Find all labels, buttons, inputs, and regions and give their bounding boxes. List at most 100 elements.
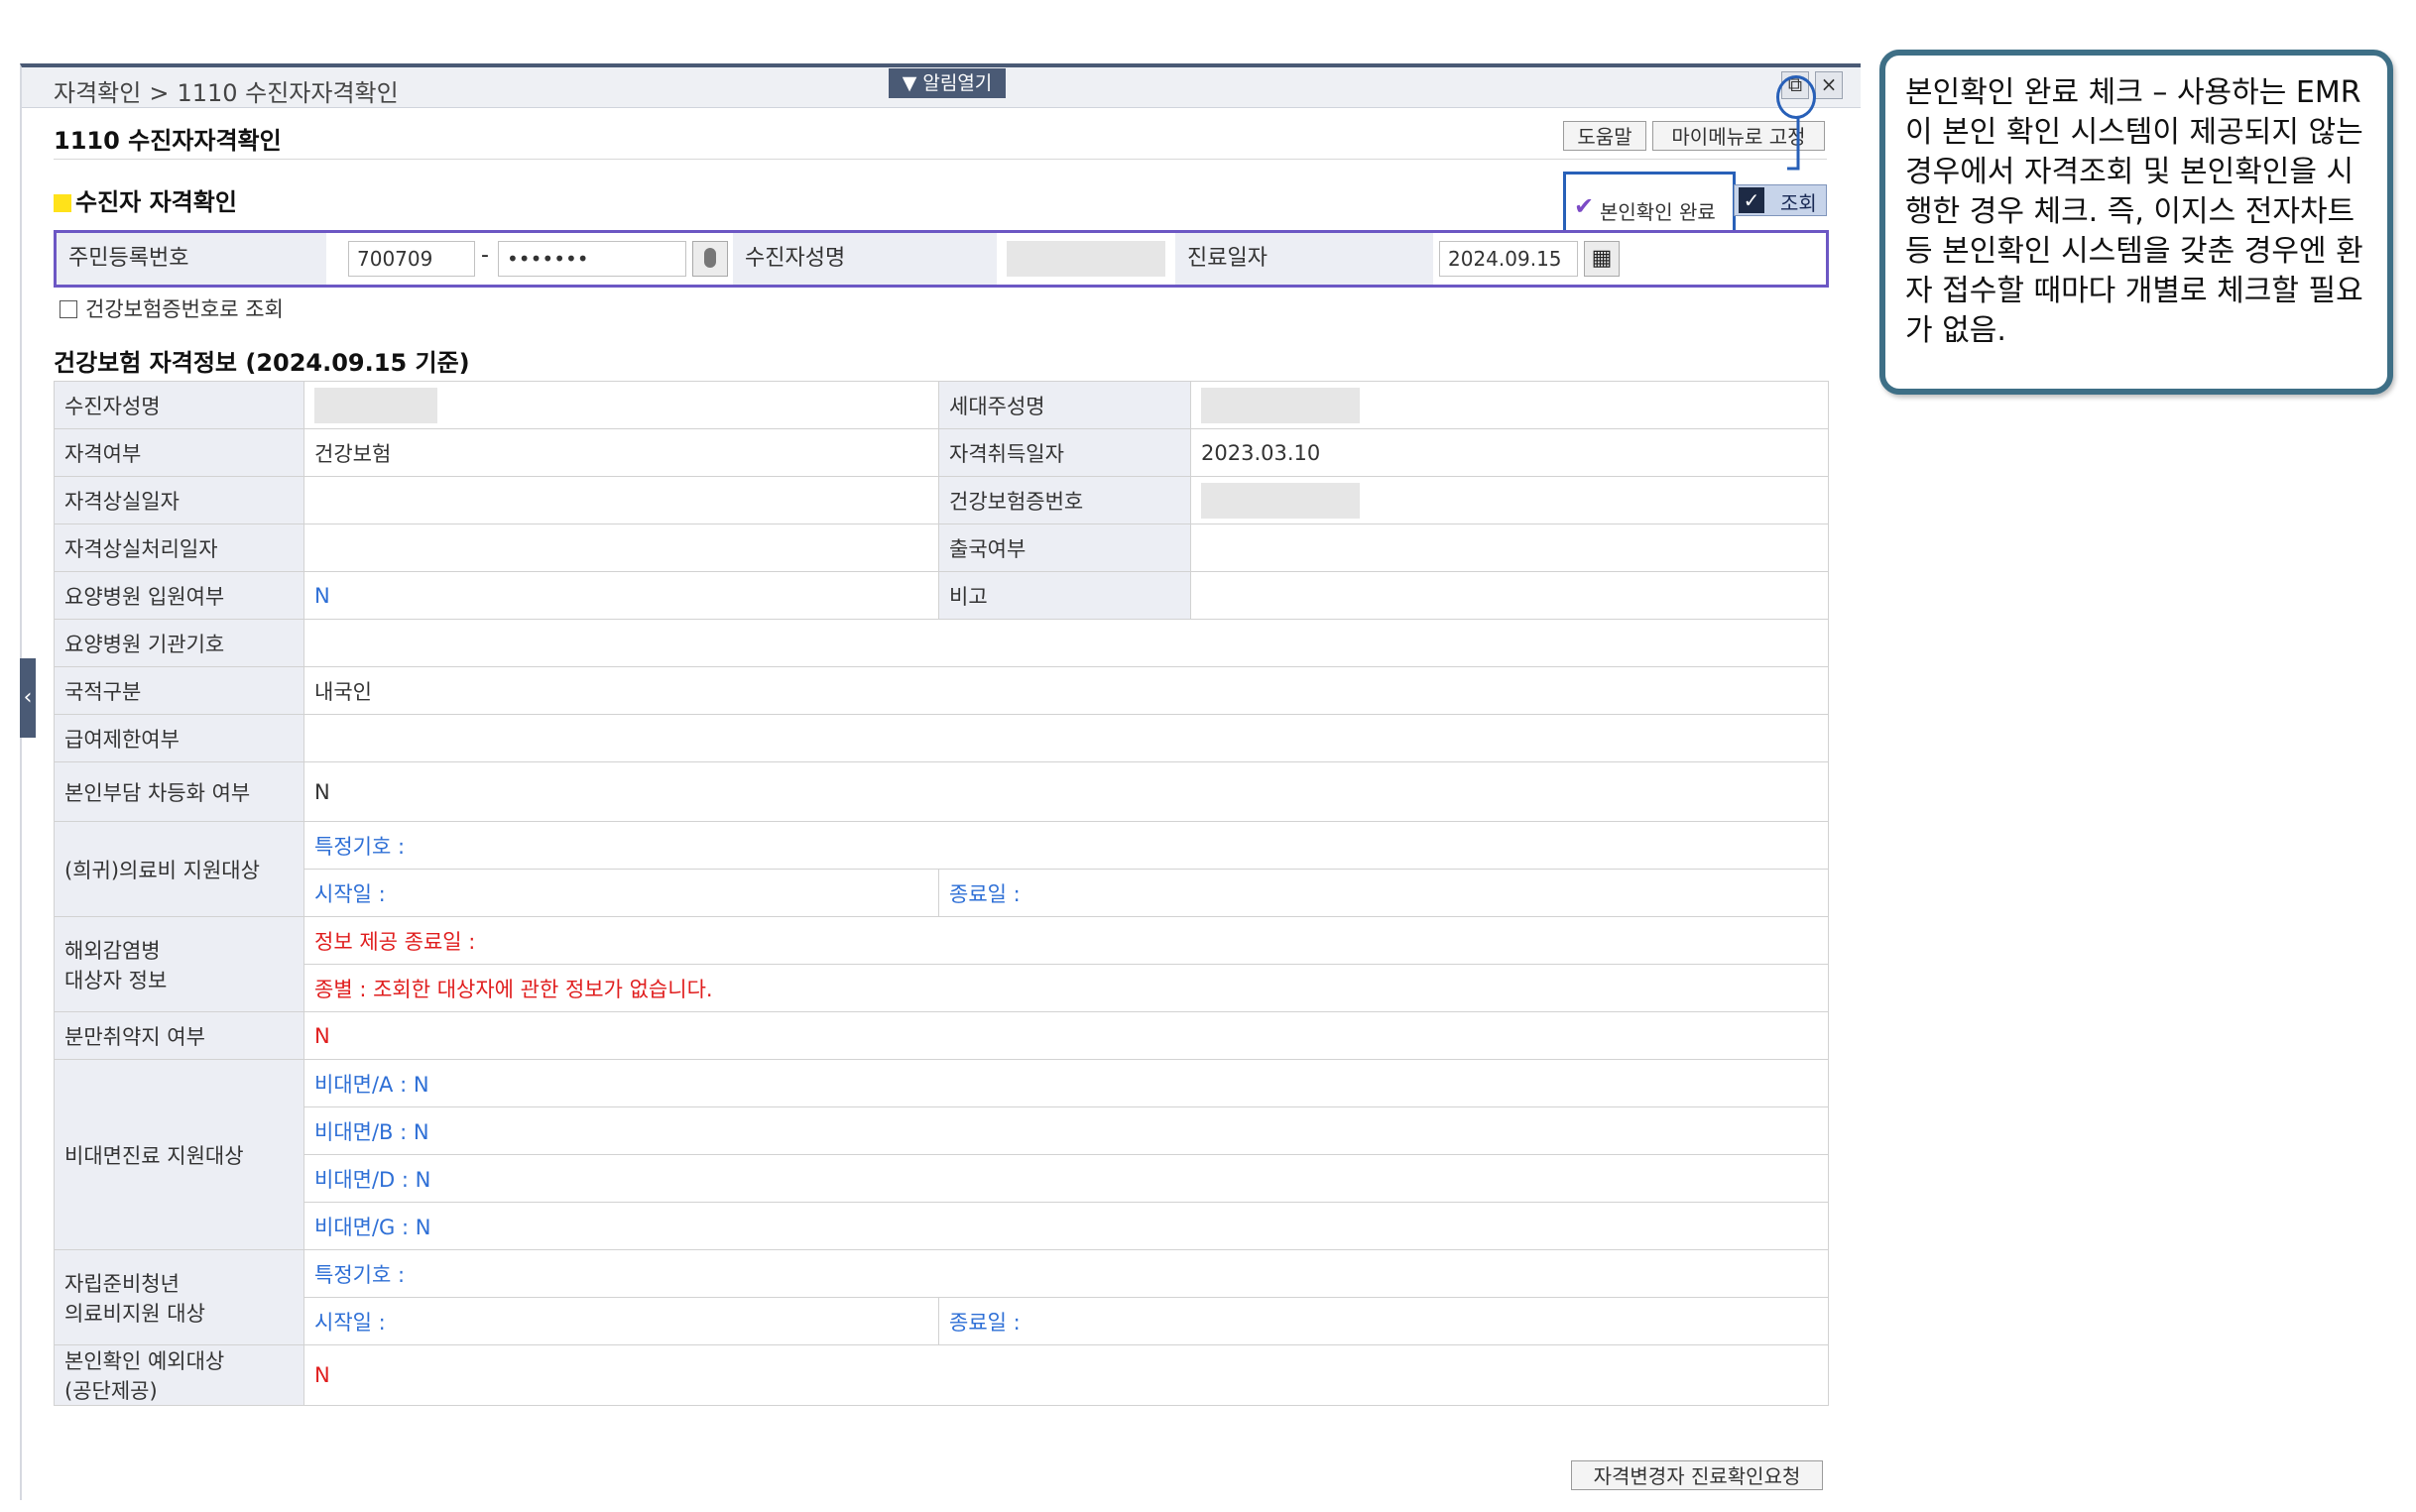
visit-date-label: 진료일자	[1175, 233, 1433, 285]
patient-name-label: 수진자성명	[733, 233, 997, 285]
section-marker	[54, 194, 71, 212]
nonface-label: 비대면진료 지원대상	[54, 1059, 304, 1250]
eligibility-change-request-button[interactable]: 자격변경자 진료확인요청	[1571, 1460, 1823, 1490]
overseas-end-date: 정보 제공 종료일 :	[303, 916, 1829, 965]
breadcrumb: 자격확인 >1110 수진자자격확인	[54, 73, 399, 108]
calendar-icon[interactable]: ▦	[1584, 241, 1620, 277]
table-row: 자격여부 건강보험 자격취득일자 2023.03.10	[54, 428, 1829, 477]
check-icon: ✓	[1739, 187, 1764, 213]
help-button[interactable]: 도움말	[1563, 121, 1646, 151]
nursing-code-value	[303, 619, 1829, 667]
rrn-front-input[interactable]: 700709	[348, 241, 475, 277]
redacted-value	[1201, 387, 1360, 423]
table-row: 본인부담 차등화 여부 N	[54, 761, 1829, 822]
table-row: 자립준비청년 의료비지원 대상 특정기호 :	[54, 1249, 1829, 1345]
table-row: 자격상실일자 건강보험증번호	[54, 476, 1829, 524]
close-icon[interactable]: ×	[1815, 71, 1843, 99]
insurance-no-search-label: 건강보험증번호로 조회	[85, 297, 284, 321]
checkmark-icon: ✔	[1574, 192, 1595, 220]
nonface-a: 비대면/A : N	[303, 1059, 1829, 1107]
table-row: 비대면/B : N	[55, 1106, 1829, 1155]
benefit-limit-value	[303, 714, 1829, 762]
patient-name-cell-label: 수진자성명	[54, 381, 304, 429]
insurance-no-cell	[1190, 476, 1829, 524]
breadcrumb-root[interactable]: 자격확인	[54, 79, 141, 107]
table-row: 분만취약지 여부 N	[54, 1011, 1829, 1060]
search-row: 주민등록번호 700709 - ••••••• 수진자성명 진료일자 2024.…	[54, 230, 1829, 288]
rrn-back-input[interactable]: •••••••	[498, 241, 686, 277]
remark-value	[1190, 571, 1829, 620]
nonface-b: 비대면/B : N	[303, 1106, 1829, 1155]
nursing-hospital-value: N	[303, 571, 939, 620]
section-title: 수진자 자격확인	[54, 182, 237, 217]
youth-support-label: 자립준비청년 의료비지원 대상	[54, 1249, 304, 1345]
breadcrumb-bar: 자격확인 >1110 수진자자격확인 ▼ 알림열기 ⧉ ×	[22, 67, 1861, 108]
identity-exempt-label: 본인확인 예외대상 (공단제공)	[54, 1344, 304, 1406]
householder-cell	[1190, 381, 1829, 429]
patient-name-input[interactable]	[1007, 241, 1165, 277]
breadcrumb-current: 1110 수진자자격확인	[177, 79, 399, 107]
insurance-no-label: 건강보험증번호	[938, 476, 1191, 524]
table-row: 수진자성명 세대주성명	[54, 381, 1829, 429]
lost-date-label: 자격상실일자	[54, 476, 304, 524]
connector-line	[1787, 117, 1800, 171]
delivery-area-label: 분만취약지 여부	[54, 1011, 304, 1060]
table-row: 자격상실처리일자 출국여부	[54, 523, 1829, 572]
rare-end-date: 종료일 :	[938, 869, 1829, 917]
alarm-open-button[interactable]: ▼ 알림열기	[889, 68, 1006, 98]
acquired-date-label: 자격취득일자	[938, 428, 1191, 477]
acquired-date-value: 2023.03.10	[1190, 428, 1829, 477]
youth-start-date: 시작일 :	[303, 1297, 939, 1345]
delivery-area-value: N	[303, 1011, 1829, 1060]
table-row: 비대면/G : N	[55, 1202, 1829, 1250]
mouse-icon[interactable]	[692, 241, 728, 277]
eligibility-value: 건강보험	[303, 428, 939, 477]
table-row: 종별 : 조회한 대상자에 관한 정보가 없습니다.	[55, 964, 1829, 1012]
collapse-panel-icon[interactable]: ‹	[20, 658, 36, 738]
callout-text: 본인확인 완료 체크 – 사용하는 EMR이 본인 확인 시스템이 제공되지 않…	[1905, 75, 2363, 348]
eligibility-table: 수진자성명 세대주성명 자격여부 건강보험 자격취득일자 2023.03.10 …	[54, 381, 1829, 1406]
callout-connector	[1787, 117, 1800, 171]
annotation-callout: 본인확인 완료 체크 – 사용하는 EMR이 본인 확인 시스템이 제공되지 않…	[1879, 50, 2393, 395]
table-row: 본인확인 예외대상 (공단제공) N	[54, 1344, 1829, 1406]
departure-value	[1190, 523, 1829, 572]
page-title: 1110 수진자자격확인	[54, 127, 282, 155]
nonface-g: 비대면/G : N	[303, 1202, 1829, 1250]
overseas-type: 종별 : 조회한 대상자에 관한 정보가 없습니다.	[303, 964, 1829, 1012]
table-row: 비대면진료 지원대상 비대면/A : N	[54, 1059, 1829, 1250]
benefit-limit-label: 급여제한여부	[54, 714, 304, 762]
identity-exempt-value: N	[303, 1344, 1829, 1406]
identity-confirm-label: 본인확인 완료	[1600, 200, 1716, 224]
rare-special-code: 특정기호 :	[303, 821, 1829, 870]
remark-label: 비고	[938, 571, 1191, 620]
copay-value: N	[303, 761, 1829, 822]
table-row: (희귀)의료비 지원대상 특정기호 :	[54, 821, 1829, 917]
eligibility-info-title: 건강보험 자격정보 (2024.09.15 기준)	[54, 349, 470, 377]
table-row: 해외감염병 대상자 정보 정보 제공 종료일 :	[54, 916, 1829, 1012]
nursing-code-label: 요양병원 기관기호	[54, 619, 304, 667]
visit-date-input[interactable]: 2024.09.15	[1439, 241, 1578, 277]
table-row: 비대면/D : N	[55, 1154, 1829, 1203]
breadcrumb-separator: >	[149, 79, 170, 107]
insurance-no-search-checkbox[interactable]: 건강보험증번호로 조회	[60, 293, 284, 323]
table-row: 시작일 : 종료일 :	[55, 1297, 1829, 1345]
nonface-d: 비대면/D : N	[303, 1154, 1829, 1203]
table-row: 요양병원 기관기호	[54, 619, 1829, 667]
title-divider	[54, 159, 1827, 160]
redacted-value	[314, 387, 437, 423]
eligibility-label: 자격여부	[54, 428, 304, 477]
table-row: 급여제한여부	[54, 714, 1829, 762]
nursing-hospital-label: 요양병원 입원여부	[54, 571, 304, 620]
lost-process-value	[303, 523, 939, 572]
table-row: 요양병원 입원여부 N 비고	[54, 571, 1829, 620]
copay-label: 본인부담 차등화 여부	[54, 761, 304, 822]
patient-name-cell	[303, 381, 939, 429]
lost-date-value	[303, 476, 939, 524]
identity-confirm-checkbox[interactable]: ✔ 본인확인 완료	[1563, 172, 1736, 233]
youth-special-code: 특정기호 :	[303, 1249, 1829, 1298]
overseas-infection-label: 해외감염병 대상자 정보	[54, 916, 304, 1012]
main-window: 자격확인 >1110 수진자자격확인 ▼ 알림열기 ⧉ × 1110 수진자자격확…	[20, 63, 1861, 1500]
checkbox-box	[60, 300, 77, 318]
householder-label: 세대주성명	[938, 381, 1191, 429]
departure-label: 출국여부	[938, 523, 1191, 572]
